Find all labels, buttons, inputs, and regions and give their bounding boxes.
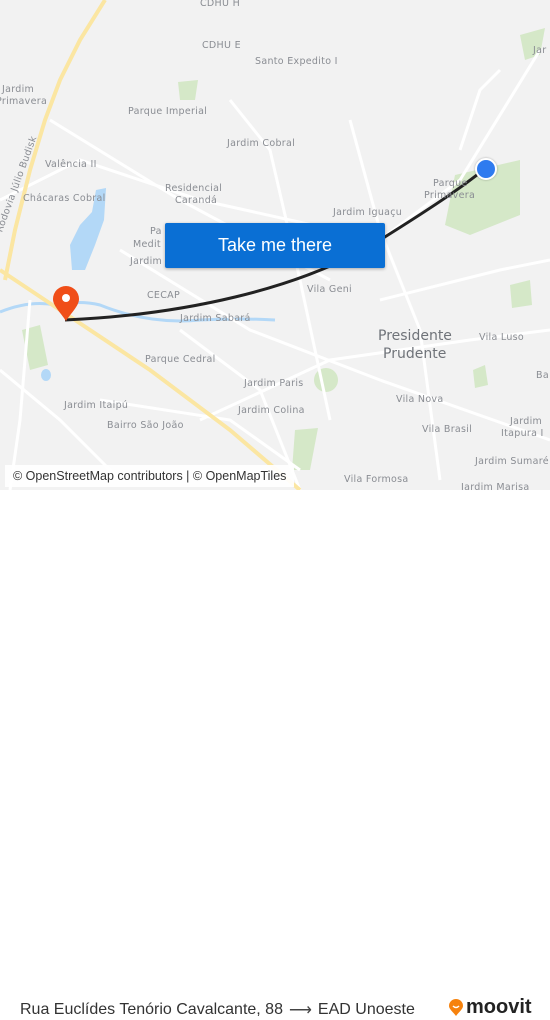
origin-marker-icon[interactable]	[475, 158, 497, 180]
destination-pin-icon[interactable]	[51, 286, 81, 322]
map-label: Parque Cedral	[145, 354, 216, 365]
take-me-there-button[interactable]: Take me there	[165, 223, 385, 268]
map-label: Ba	[536, 370, 549, 381]
route-summary: Rua Euclídes Tenório Cavalcante, 88 ⟶ EA…	[20, 1000, 415, 1020]
map-label: Jardim Cobral	[227, 138, 296, 149]
map-label: Santo Expedito I	[255, 56, 338, 67]
map-canvas[interactable]: CDHU H CDHU E Santo Expedito I Jardim Pr…	[0, 0, 550, 490]
map-label: Primavera	[424, 190, 476, 201]
map-label: Residencial	[165, 183, 223, 194]
map-label: Vila Formosa	[344, 474, 409, 485]
map-label: Vila Geni	[307, 284, 352, 295]
map-label: CDHU H	[200, 0, 241, 9]
map-label: Parque	[433, 178, 468, 189]
map-label: CDHU E	[202, 40, 241, 51]
map-label: Chácaras Cobral	[23, 193, 106, 204]
map-label: Itapura I	[501, 428, 544, 439]
map-label: Parque Imperial	[128, 106, 208, 117]
map-label: Carandá	[175, 195, 218, 206]
map-label: Jardim Iguaçu	[333, 207, 403, 218]
map-label: Jardim Sabará	[180, 313, 251, 324]
moovit-pin-icon	[449, 998, 463, 1016]
footer: Rua Euclídes Tenório Cavalcante, 88 ⟶ EA…	[0, 490, 550, 1019]
park-area	[178, 80, 198, 100]
park-area	[510, 280, 532, 308]
map-label: Jardim Colina	[238, 405, 305, 416]
map-label: Vila Brasil	[422, 424, 473, 435]
moovit-logo[interactable]: moovit	[448, 996, 532, 1019]
city-label: Presidente	[378, 328, 452, 344]
map-label: Medit	[133, 239, 161, 250]
map-label: CECAP	[147, 290, 180, 301]
map-label: Bairro São João	[107, 420, 184, 431]
map-label: Valência II	[45, 159, 97, 170]
map-attribution[interactable]: © OpenStreetMap contributors | © OpenMap…	[5, 465, 295, 487]
map-label: Jardim	[2, 84, 35, 95]
map-label: Jardim Sumaré	[475, 456, 549, 467]
map-label: Jardim Marisa	[461, 482, 530, 490]
map-label: Jar	[533, 45, 547, 56]
map-label: Jardim Itaipú	[64, 400, 129, 411]
map-label: Vila Nova	[396, 394, 444, 405]
destination-name: EAD Unoeste	[317, 1001, 415, 1018]
map-label: Primavera	[0, 96, 48, 107]
arrow-right-icon: ⟶	[288, 1002, 312, 1019]
map-label: Pa	[150, 226, 162, 237]
map-label: Jardim	[130, 256, 163, 267]
map-label: Jardim	[510, 416, 543, 427]
park-area	[473, 365, 488, 388]
park-area	[292, 428, 318, 470]
park-area	[314, 368, 338, 392]
origin-name: Rua Euclídes Tenório Cavalcante, 88	[20, 1001, 283, 1018]
map-label: Vila Luso	[479, 332, 525, 343]
city-label: Prudente	[383, 346, 447, 362]
brand-name: moovit	[466, 996, 532, 1018]
map-label: Jardim Paris	[244, 378, 304, 389]
